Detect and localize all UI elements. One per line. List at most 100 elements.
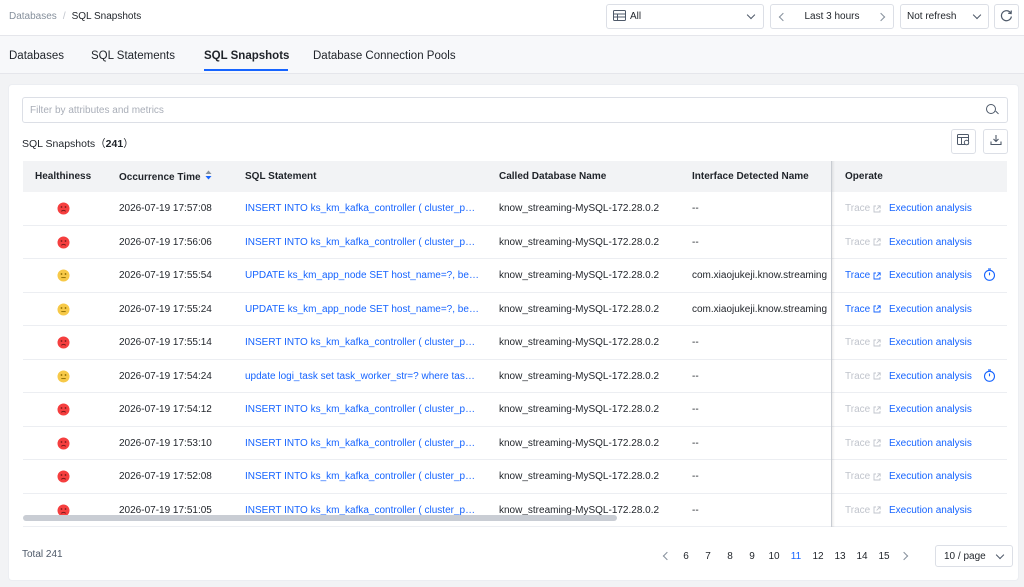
chevron-left-icon[interactable] [778,12,788,21]
tab-bar: Databases SQL Statements SQL Snapshots D… [0,36,1024,74]
page-size-select[interactable]: 10 / page [935,545,1013,567]
trace-label: Trace [845,337,871,348]
table-row: 2026-07-19 17:55:24 UPDATE ks_km_app_node… [23,293,1007,326]
horizontal-scrollbar[interactable] [23,515,1007,522]
execution-analysis-link[interactable]: Execution analysis [889,203,972,214]
execution-analysis-link[interactable]: Execution analysis [889,438,972,449]
tab-databases[interactable]: Databases [9,50,64,62]
execution-analysis-link[interactable]: Execution analysis [889,237,972,248]
trace-link: Trace [845,371,881,382]
time-range-value[interactable]: Last 3 hours [804,11,859,22]
page-number-14[interactable]: 14 [851,551,873,562]
occurrence-time: 2026-07-19 17:54:24 [119,370,212,382]
sql-statement-link[interactable]: INSERT INTO ks_km_kafka_controller ( clu… [245,203,479,214]
page-number-8[interactable]: 8 [719,551,741,562]
trace-label: Trace [845,203,871,214]
table-row: 2026-07-19 17:56:06 INSERT INTO ks_km_kaf… [23,226,1007,259]
download-button[interactable] [983,129,1008,154]
page-number-10[interactable]: 10 [763,551,785,562]
chevron-down-icon [746,10,756,20]
execution-analysis-link[interactable]: Execution analysis [889,471,972,482]
trace-link: Trace [845,337,881,348]
pagination: 6 7 8 9 10 11 12 13 14 15 [655,547,915,565]
total-count: Total 241 [22,549,63,560]
next-page-button[interactable] [895,551,915,561]
refresh-interval-select[interactable]: Not refresh [900,4,989,29]
called-database-name: know_streaming-MySQL-172.28.0.2 [499,370,660,382]
interface-detected-name: -- [692,370,699,382]
filter-input[interactable] [30,104,983,116]
column-settings-button[interactable] [951,129,976,154]
page-number-11[interactable]: 11 [785,551,807,562]
column-header-healthiness: Healthiness [35,171,92,182]
occurrence-time: 2026-07-19 17:55:14 [119,337,212,348]
trace-link[interactable]: Trace [845,304,881,315]
occurrence-time: 2026-07-19 17:51:05 [119,504,212,516]
frown-face-icon [57,236,70,252]
external-link-icon [873,271,881,280]
sql-statement-link[interactable]: INSERT INTO ks_km_kafka_controller ( clu… [245,505,479,516]
top-bar: Databases / SQL Snapshots All Last 3 hours… [0,0,1024,36]
tab-sql-statements[interactable]: SQL Statements [91,50,175,62]
execution-analysis-link[interactable]: Execution analysis [889,371,972,382]
tab-sql-snapshots[interactable]: SQL Snapshots [204,50,289,62]
called-database-name: know_streaming-MySQL-172.28.0.2 [499,270,660,281]
column-header-occurrence-time[interactable]: Occurrence Time [119,170,212,184]
stopwatch-icon[interactable] [983,368,996,385]
page-number-12[interactable]: 12 [807,551,829,562]
chevron-right-icon[interactable] [876,12,886,21]
sql-statement-link[interactable]: INSERT INTO ks_km_kafka_controller ( clu… [245,438,479,449]
interface-detected-name: -- [692,404,699,415]
reload-button[interactable] [994,4,1019,29]
tab-database-connection-pools[interactable]: Database Connection Pools [313,50,456,62]
sql-statement-link[interactable]: UPDATE ks_km_app_node SET host_name=?, b… [245,304,479,315]
sort-icon[interactable] [205,170,212,183]
column-header-interface-detected-name: Interface Detected Name [692,171,809,182]
called-database-name: know_streaming-MySQL-172.28.0.2 [499,236,660,248]
sql-statement-link[interactable]: INSERT INTO ks_km_kafka_controller ( clu… [245,237,479,248]
search-icon[interactable] [983,101,1001,119]
sql-statement-link[interactable]: UPDATE ks_km_app_node SET host_name=?, b… [245,270,479,281]
page-number-13[interactable]: 13 [829,551,851,562]
trace-link: Trace [845,404,881,415]
external-link-icon [873,472,881,481]
page-number-6[interactable]: 6 [675,551,697,562]
table-row: 2026-07-19 17:55:54 UPDATE ks_km_app_node… [23,259,1007,293]
execution-analysis-link[interactable]: Execution analysis [889,404,972,415]
sql-statement-link[interactable]: INSERT INTO ks_km_kafka_controller ( clu… [245,337,479,348]
filter-bar[interactable] [22,97,1008,123]
page-number-7[interactable]: 7 [697,551,719,562]
page-number-9[interactable]: 9 [741,551,763,562]
table-row: 2026-07-19 17:52:08 INSERT INTO ks_km_kaf… [23,460,1007,494]
list-count-open: （ [95,138,106,150]
breadcrumb-current: SQL Snapshots [71,11,142,22]
download-icon [989,134,1002,149]
called-database-name: know_streaming-MySQL-172.28.0.2 [499,504,660,516]
sql-statement-link[interactable]: INSERT INTO ks_km_kafka_controller ( clu… [245,471,479,482]
chevron-left-icon [662,551,671,561]
external-link-icon [873,338,881,347]
frown-face-icon [57,336,70,352]
sql-statement-link[interactable]: update logi_task set task_worker_str=? w… [245,371,479,382]
trace-label: Trace [845,270,871,281]
environment-select[interactable]: All [606,4,764,29]
stopwatch-icon[interactable] [983,268,996,284]
prev-page-button[interactable] [655,551,675,561]
trace-label: Trace [845,471,871,482]
column-header-occurrence-time-label: Occurrence Time [119,172,201,184]
execution-analysis-link[interactable]: Execution analysis [889,270,972,281]
execution-analysis-link[interactable]: Execution analysis [889,304,972,315]
frown-face-icon [57,202,70,218]
execution-analysis-link[interactable]: Execution analysis [889,337,972,348]
snapshots-table: Healthiness Occurrence Time SQL Statemen… [23,161,1007,527]
breadcrumb-parent[interactable]: Databases [9,11,57,22]
scrollbar-thumb[interactable] [23,515,617,521]
trace-label: Trace [845,370,871,382]
page-number-15[interactable]: 15 [873,551,895,562]
trace-link[interactable]: Trace [845,270,881,281]
time-range-picker[interactable]: Last 3 hours [770,4,894,29]
execution-analysis-link[interactable]: Execution analysis [889,505,972,516]
list-title-label: SQL Snapshots [22,138,96,150]
sql-statement-link[interactable]: INSERT INTO ks_km_kafka_controller ( clu… [245,404,479,415]
trace-link: Trace [845,471,881,482]
